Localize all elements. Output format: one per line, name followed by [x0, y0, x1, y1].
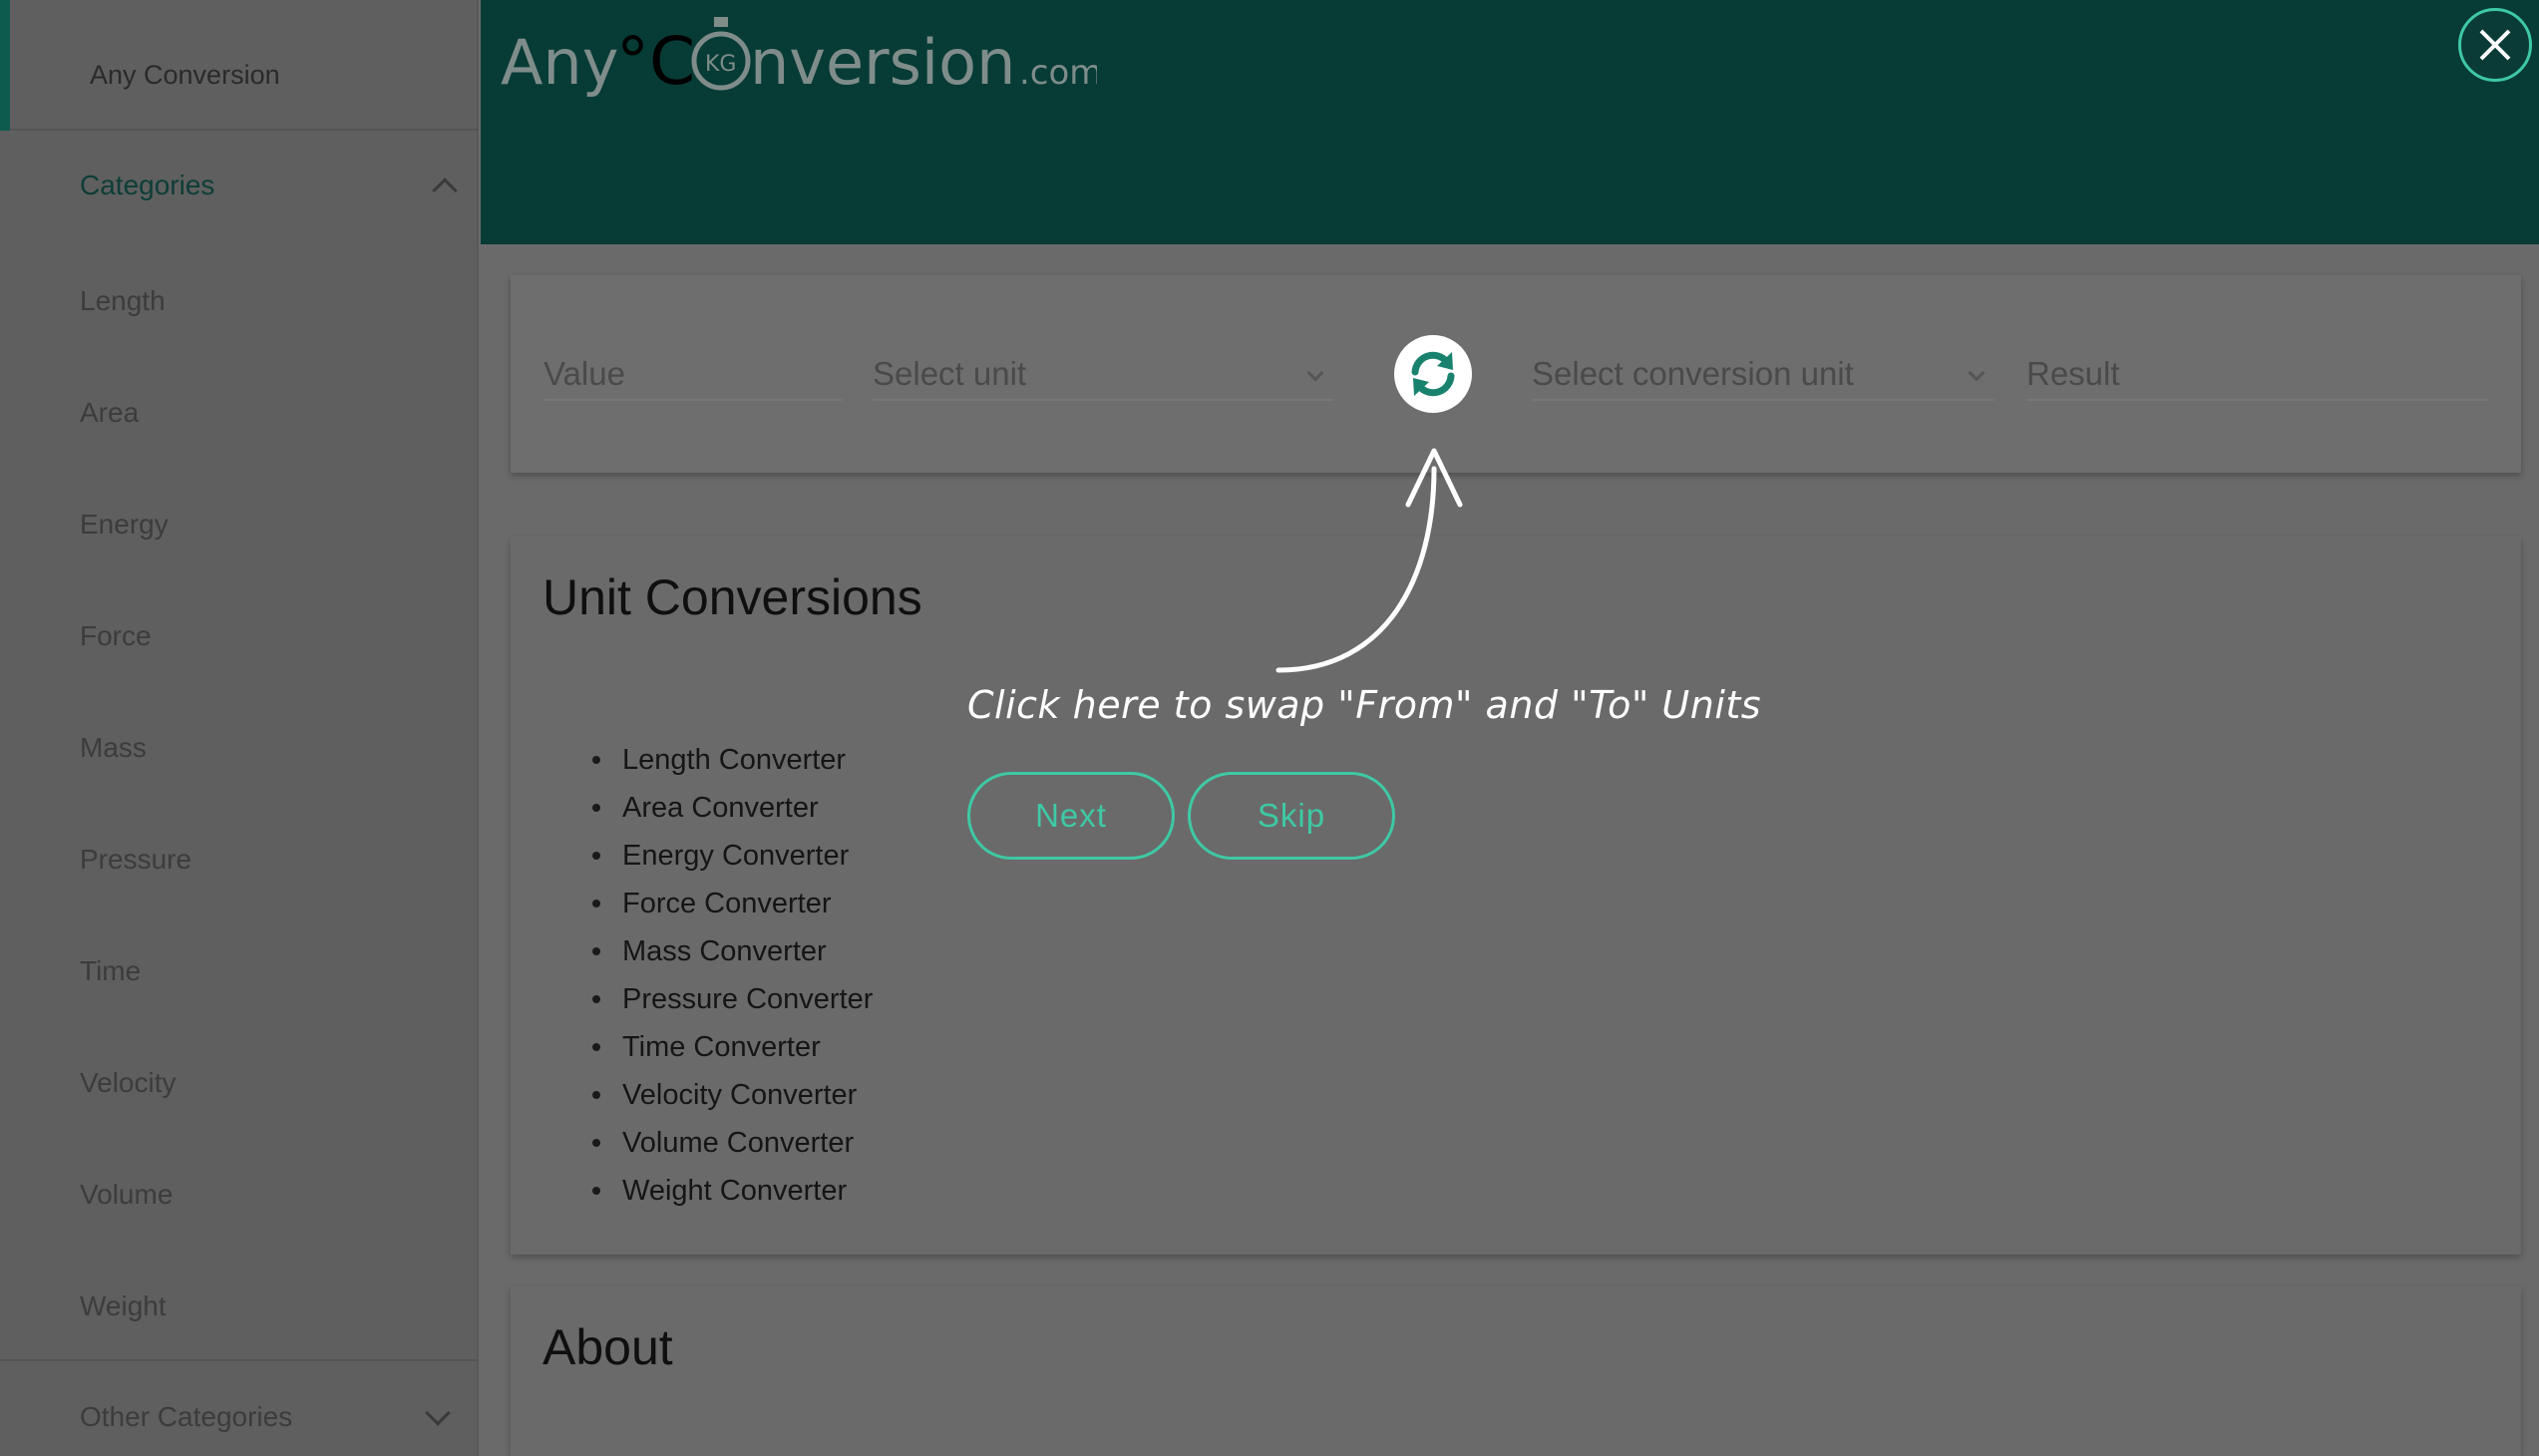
- converter-list: Length Converter Area Converter Energy C…: [591, 736, 873, 1215]
- sidebar-divider: [0, 1359, 479, 1361]
- tour-hint-text: Click here to swap "From" and "To" Units: [967, 683, 1762, 727]
- tour-next-button[interactable]: Next: [967, 772, 1175, 860]
- categories-label: Categories: [80, 170, 215, 200]
- about-title: About: [543, 1319, 673, 1375]
- sidebar-app-label: Any Conversion: [90, 60, 280, 90]
- other-categories-toggle[interactable]: Other Categories: [80, 1401, 292, 1433]
- sidebar-item-length[interactable]: Length: [80, 285, 166, 317]
- logo-any: Any: [501, 26, 618, 99]
- list-item[interactable]: Pressure Converter: [591, 975, 873, 1023]
- close-tour-button[interactable]: [2458, 8, 2532, 82]
- close-icon: [2479, 29, 2511, 61]
- from-unit-placeholder: Select unit: [873, 355, 1027, 392]
- unit-conversions-card: Unit Conversions Length Converter Area C…: [511, 537, 2521, 1255]
- sidebar-item-time[interactable]: Time: [80, 955, 141, 987]
- list-item[interactable]: Force Converter: [591, 880, 873, 927]
- list-item[interactable]: Velocity Converter: [591, 1071, 873, 1119]
- list-item[interactable]: Area Converter: [591, 784, 873, 832]
- list-item[interactable]: Energy Converter: [591, 832, 873, 880]
- sidebar-item-weight[interactable]: Weight: [80, 1290, 167, 1322]
- logo-kg: KG: [705, 52, 736, 77]
- sidebar-item-area[interactable]: Area: [80, 397, 139, 429]
- logo-degree: °C: [616, 23, 695, 100]
- value-input[interactable]: Value: [544, 349, 843, 401]
- value-placeholder: Value: [544, 355, 625, 392]
- to-unit-select[interactable]: Select conversion unit: [1532, 349, 1995, 401]
- list-item[interactable]: Length Converter: [591, 736, 873, 784]
- sidebar-item-mass[interactable]: Mass: [80, 732, 147, 764]
- categories-toggle[interactable]: Categories: [80, 170, 459, 209]
- site-logo[interactable]: Any °C KG nversion .com: [499, 14, 1102, 104]
- list-item[interactable]: Mass Converter: [591, 927, 873, 975]
- chevron-up-icon: [432, 178, 458, 203]
- swap-units-button[interactable]: [1394, 335, 1472, 413]
- unit-conversions-title: Unit Conversions: [543, 569, 922, 625]
- sidebar-item-pressure[interactable]: Pressure: [80, 844, 191, 876]
- sidebar-item-force[interactable]: Force: [80, 620, 152, 652]
- sidebar: Any Conversion Categories Length Area En…: [0, 0, 479, 1456]
- list-item[interactable]: Weight Converter: [591, 1167, 873, 1215]
- result-placeholder: Result: [2026, 355, 2120, 392]
- logo-graphic: Any °C KG nversion .com: [501, 17, 1102, 100]
- list-item[interactable]: Volume Converter: [591, 1119, 873, 1167]
- swap-icon: [1411, 351, 1455, 397]
- sidebar-app-item[interactable]: Any Conversion: [0, 0, 479, 131]
- sidebar-item-volume[interactable]: Volume: [80, 1179, 173, 1211]
- tour-skip-button[interactable]: Skip: [1188, 772, 1395, 860]
- active-indicator: [0, 0, 10, 131]
- logo-tld: .com: [1019, 53, 1097, 93]
- chevron-down-icon: [1306, 364, 1324, 382]
- sidebar-item-velocity[interactable]: Velocity: [80, 1067, 177, 1099]
- result-input[interactable]: Result: [2026, 349, 2489, 401]
- from-unit-select[interactable]: Select unit: [873, 349, 1333, 401]
- to-unit-placeholder: Select conversion unit: [1532, 355, 1854, 392]
- list-item[interactable]: Time Converter: [591, 1023, 873, 1071]
- tour-arrow-icon: [1275, 448, 1463, 673]
- sidebar-item-energy[interactable]: Energy: [80, 509, 169, 541]
- logo-nversion: nversion: [750, 26, 1015, 99]
- about-card: About: [511, 1286, 2521, 1456]
- chevron-down-icon: [1968, 364, 1986, 382]
- chevron-down-icon: [425, 1400, 451, 1426]
